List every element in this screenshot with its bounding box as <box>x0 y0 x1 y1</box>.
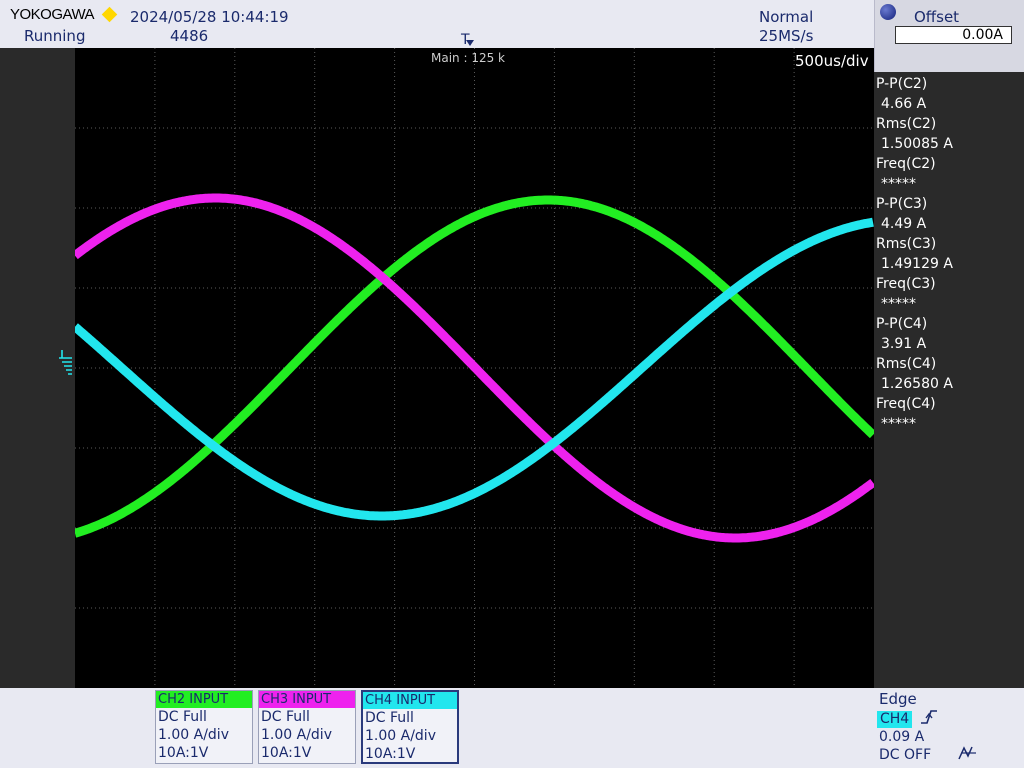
measurement-value: ***** <box>881 176 916 192</box>
measurement-name: Freq(C4) <box>876 396 936 412</box>
waveform-display[interactable]: Main : 125 k 500us/div <box>75 48 874 688</box>
ch2-probe: 10A:1V <box>158 745 209 761</box>
ch4-coupling: DC Full <box>365 710 414 726</box>
trigger-level: 0.09 A <box>879 729 925 745</box>
datetime: 2024/05/28 10:44:19 <box>130 8 289 26</box>
measurement-name: Freq(C2) <box>876 156 936 172</box>
ch4-info-box[interactable]: CH4 INPUT DC Full 1.00 A/div 10A:1V <box>361 690 459 764</box>
ch4-ground-marker-icon[interactable] <box>58 348 74 380</box>
ch3-probe: 10A:1V <box>261 745 312 761</box>
ch2-scale: 1.00 A/div <box>158 727 229 743</box>
acquisition-count: 4486 <box>170 27 209 45</box>
offset-input[interactable]: 0.00A <box>895 26 1012 44</box>
footer-bar <box>0 688 1024 768</box>
main-record-length: Main : 125 k <box>431 51 505 65</box>
measurement-value: 4.49 A <box>881 216 927 232</box>
ch3-info-box[interactable]: CH3 INPUT DC Full 1.00 A/div 10A:1V <box>258 690 356 764</box>
brand-logo: YOKOGAWA <box>10 6 95 23</box>
ch2-title: CH2 INPUT <box>156 691 252 708</box>
ch4-scale: 1.00 A/div <box>365 728 436 744</box>
measurement-name: P-P(C3) <box>876 196 928 212</box>
rising-edge-icon <box>920 708 938 730</box>
measurement-value: ***** <box>881 296 916 312</box>
measurement-name: P-P(C2) <box>876 76 928 92</box>
trigger-source[interactable]: CH4 <box>877 711 913 728</box>
run-state: Running <box>24 27 86 45</box>
ch2-coupling: DC Full <box>158 709 207 725</box>
ch2-info-box[interactable]: CH2 INPUT DC Full 1.00 A/div 10A:1V <box>155 690 253 764</box>
measurement-name: P-P(C4) <box>876 316 928 332</box>
trigger-coupling: DC OFF <box>879 747 932 763</box>
offset-label: Offset <box>914 8 960 26</box>
measurement-value: 1.50085 A <box>881 136 953 152</box>
measurement-name: Rms(C2) <box>876 116 937 132</box>
trigger-mode: Normal <box>759 8 814 26</box>
ch3-title: CH3 INPUT <box>259 691 355 708</box>
measurement-name: Freq(C3) <box>876 276 936 292</box>
measurement-value: 4.66 A <box>881 96 927 112</box>
measurement-value: ***** <box>881 416 916 432</box>
timebase: 500us/div <box>795 52 869 70</box>
trigger-position-marker-icon <box>466 40 474 46</box>
sample-rate: 25MS/s <box>759 27 814 45</box>
measurement-name: Rms(C3) <box>876 236 937 252</box>
ch4-probe: 10A:1V <box>365 746 416 762</box>
offset-knob-icon[interactable] <box>880 4 896 20</box>
measurement-name: Rms(C4) <box>876 356 937 372</box>
noise-reject-icon <box>958 744 978 766</box>
trigger-type: Edge <box>879 690 917 708</box>
ch3-coupling: DC Full <box>261 709 310 725</box>
measurement-value: 1.49129 A <box>881 256 953 272</box>
measurement-value: 1.26580 A <box>881 376 953 392</box>
measurement-value: 3.91 A <box>881 336 927 352</box>
ch3-scale: 1.00 A/div <box>261 727 332 743</box>
ch4-title: CH4 INPUT <box>363 692 457 709</box>
